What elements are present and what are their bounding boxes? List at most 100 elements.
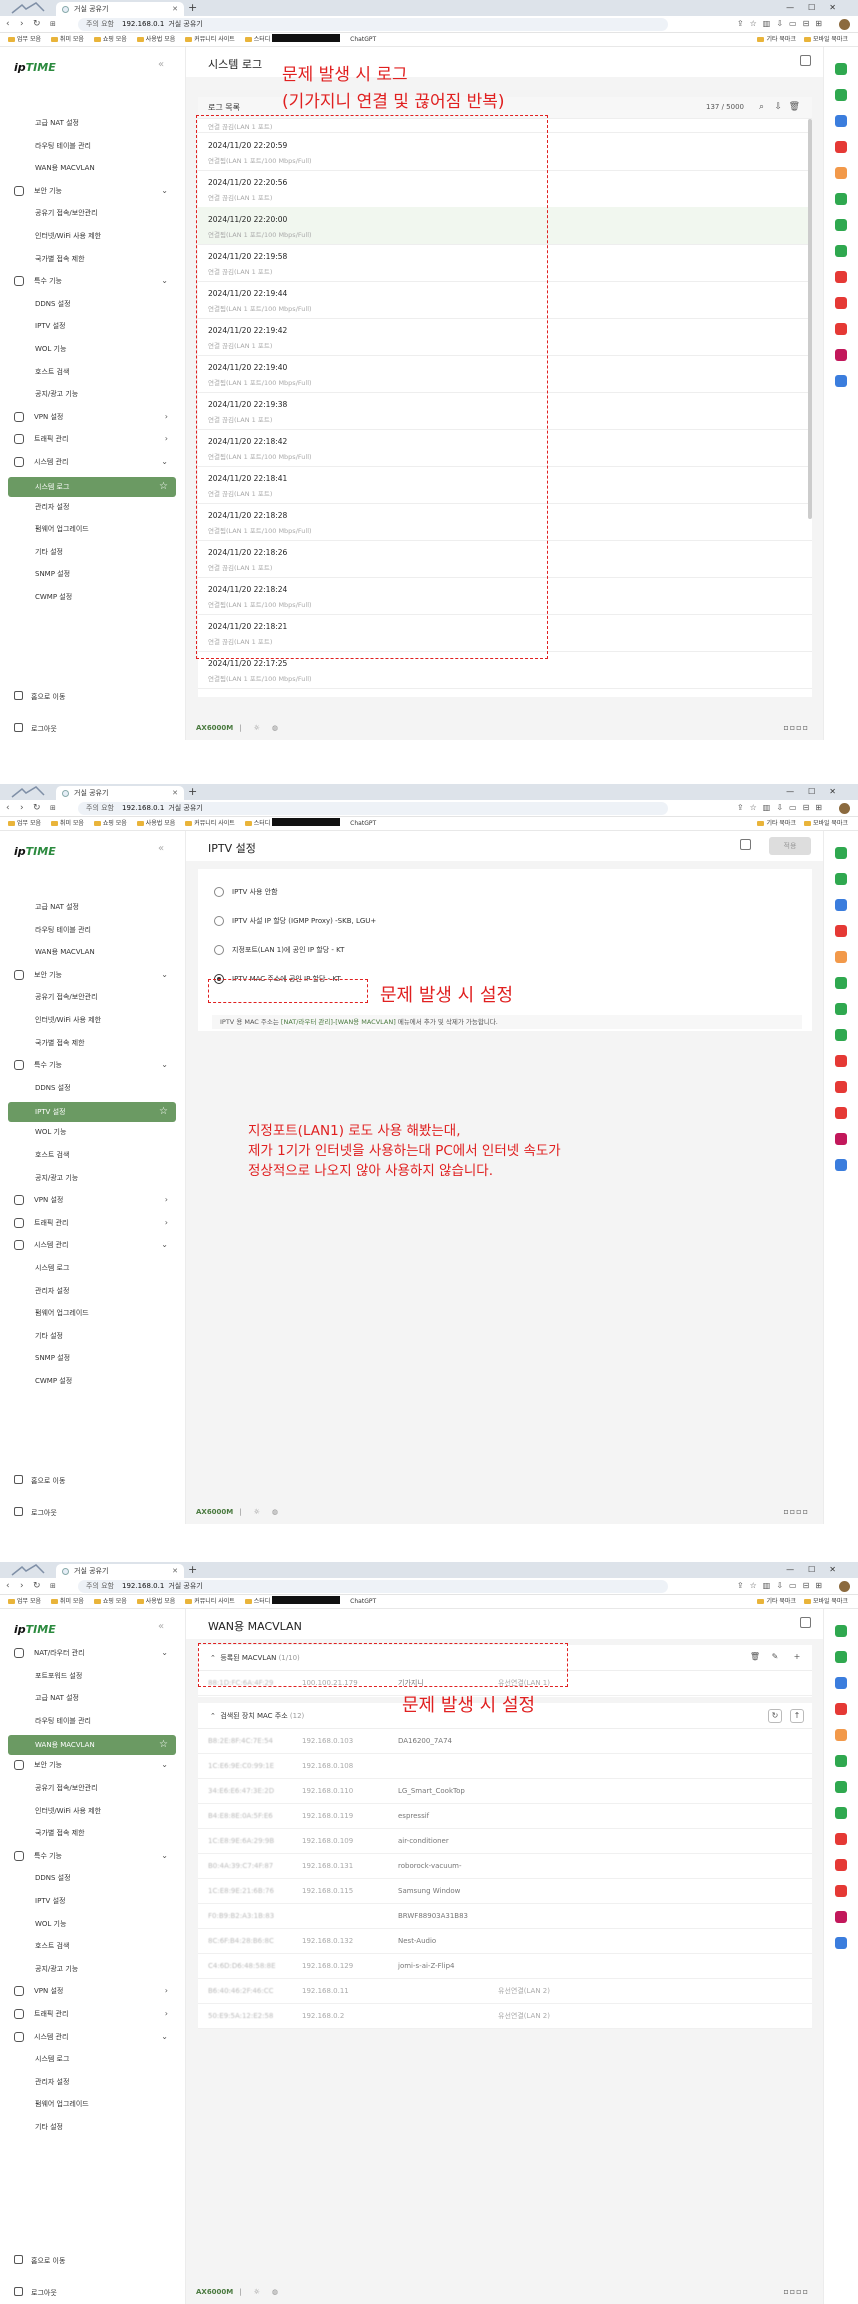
- side-panel-app-icon[interactable]: [835, 1885, 847, 1897]
- sidebar-item[interactable]: 펌웨어 업그레이드: [8, 521, 176, 537]
- bookmark-folder[interactable]: 업무 모음: [8, 1595, 41, 1609]
- url-field[interactable]: 주의 요함 192.168.0.1 거실 공유기: [78, 802, 668, 815]
- sidebar-item[interactable]: 펌웨어 업그레이드: [8, 2096, 176, 2112]
- sidebar-item[interactable]: 시스템 로그: [8, 2051, 176, 2067]
- globe-icon[interactable]: ◍: [272, 2288, 278, 2296]
- sidebar-item[interactable]: IPTV 설정: [8, 318, 176, 334]
- reload-icon[interactable]: ↻: [33, 1580, 41, 1593]
- side-panel-app-icon[interactable]: [835, 141, 847, 153]
- grid-view-icon[interactable]: ▫▫▫▫: [783, 1507, 809, 1516]
- logout-link[interactable]: 로그아웃: [14, 1507, 57, 1518]
- sidebar-item[interactable]: 관리자 설정: [8, 2074, 176, 2090]
- sidebar-item[interactable]: WAN용 MACVLAN ☆: [8, 1735, 176, 1756]
- bookmark-folder[interactable]: 쇼핑 모음: [93, 817, 127, 831]
- side-panel-app-icon[interactable]: [835, 245, 847, 257]
- mac-table-row[interactable]: B8:2E:8F:4C:7E:54 192.168.0.103 DA16200_7A…: [198, 1729, 812, 1754]
- bookmark-folder[interactable]: 기타 북마크: [757, 817, 796, 831]
- trash-icon[interactable]: 🗑: [789, 102, 800, 112]
- sidebar-item[interactable]: 고급 NAT 설정: [8, 1690, 176, 1706]
- tab-close-icon[interactable]: ✕: [172, 786, 178, 800]
- side-panel-app-icon[interactable]: [835, 349, 847, 361]
- bookmark-folder[interactable]: 취미 모음: [50, 33, 84, 47]
- side-panel-app-icon[interactable]: [835, 193, 847, 205]
- profile-avatar[interactable]: [839, 1581, 850, 1592]
- sidebar-item[interactable]: 특수 기능 ⌄: [8, 273, 176, 289]
- sidebar-item[interactable]: 시스템 관리 ⌄: [8, 454, 176, 470]
- side-panel-app-icon[interactable]: [835, 925, 847, 937]
- side-panel-app-icon[interactable]: [835, 873, 847, 885]
- sidebar-item[interactable]: 공지/광고 기능: [8, 1961, 176, 1977]
- side-panel-app-icon[interactable]: [835, 1029, 847, 1041]
- side-panel-app-icon[interactable]: [835, 1081, 847, 1093]
- refresh-icon[interactable]: ↻: [768, 1709, 782, 1723]
- side-panel-app-icon[interactable]: [835, 1625, 847, 1637]
- tab-close-icon[interactable]: ✕: [172, 1564, 178, 1578]
- collapse-sidebar-icon[interactable]: «: [158, 843, 164, 854]
- logout-link[interactable]: 로그아웃: [14, 2287, 57, 2298]
- side-panel-app-icon[interactable]: [835, 977, 847, 989]
- bookmark-folder[interactable]: 취미 모음: [50, 817, 84, 831]
- upload-icon[interactable]: ↑: [790, 1709, 804, 1723]
- bookmark-folder[interactable]: 기타 북마크: [757, 33, 796, 47]
- sidebar-item[interactable]: 특수 기능 ⌄: [8, 1848, 176, 1864]
- bookmark-folder[interactable]: 사용법 모음: [136, 817, 175, 831]
- sidebar-item[interactable]: 공지/광고 기능: [8, 1170, 176, 1186]
- favorite-star-icon[interactable]: ☆: [159, 1102, 168, 1122]
- sidebar-item[interactable]: 호스트 검색: [8, 1938, 176, 1954]
- side-panel-app-icon[interactable]: [835, 1055, 847, 1067]
- bookmark-folder[interactable]: 업무 모음: [8, 817, 41, 831]
- reload-icon[interactable]: ↻: [33, 18, 41, 31]
- favorite-star-icon[interactable]: ☆: [159, 477, 168, 497]
- sidebar-item[interactable]: CWMP 설정: [8, 1373, 176, 1389]
- bookmark-folder[interactable]: 스터디: [244, 33, 341, 47]
- side-panel-app-icon[interactable]: [835, 1729, 847, 1741]
- browser-tab[interactable]: 거실 공유기 ✕: [56, 2, 184, 16]
- iptv-option-radio[interactable]: 지정포트(LAN 1)에 공인 IP 할당 - KT: [212, 943, 792, 957]
- bookmark-folder[interactable]: 사용법 모음: [136, 33, 175, 47]
- sidebar-item[interactable]: IPTV 설정 ☆: [8, 1102, 176, 1123]
- side-panel-app-icon[interactable]: [835, 847, 847, 859]
- sidebar-item[interactable]: 라우팅 테이블 관리: [8, 922, 176, 938]
- logout-link[interactable]: 로그아웃: [14, 723, 57, 734]
- sidebar-item[interactable]: WAN용 MACVLAN: [8, 160, 176, 176]
- bookmark-folder[interactable]: 취미 모음: [50, 1595, 84, 1609]
- site-info-icon[interactable]: ⊞: [50, 1580, 56, 1593]
- sidebar-item[interactable]: 공유기 접속/보안관리: [8, 989, 176, 1005]
- side-panel-app-icon[interactable]: [835, 167, 847, 179]
- mac-table-row[interactable]: 50:E9:5A:12:E2:58 192.168.0.2 유선연결(LAN 2): [198, 2004, 812, 2029]
- site-info-icon[interactable]: ⊞: [50, 802, 56, 815]
- sidebar-item[interactable]: 시스템 관리 ⌄: [8, 2029, 176, 2045]
- collapse-sidebar-icon[interactable]: «: [158, 59, 164, 70]
- home-link[interactable]: 홈으로 이동: [14, 691, 65, 702]
- window-controls[interactable]: —☐✕: [786, 2, 850, 14]
- sidebar-item[interactable]: 관리자 설정: [8, 499, 176, 515]
- browser-toolbar-icons[interactable]: ⇪☆▥⇩▭⊟⊞: [737, 1581, 828, 1590]
- side-panel-app-icon[interactable]: [835, 1807, 847, 1819]
- sidebar-item[interactable]: 보안 기능 ⌄: [8, 183, 176, 199]
- globe-icon[interactable]: ◍: [272, 724, 278, 732]
- sun-icon[interactable]: ☼: [254, 2288, 260, 2296]
- side-panel-app-icon[interactable]: [835, 899, 847, 911]
- sidebar-item[interactable]: 인터넷/WiFi 사용 제한: [8, 228, 176, 244]
- side-panel-app-icon[interactable]: [835, 1133, 847, 1145]
- sidebar-item[interactable]: 기타 설정: [8, 1328, 176, 1344]
- sidebar-item[interactable]: 관리자 설정: [8, 1283, 176, 1299]
- new-tab-icon[interactable]: +: [188, 1563, 197, 1577]
- side-panel-app-icon[interactable]: [835, 1859, 847, 1871]
- browser-tab[interactable]: 거실 공유기 ✕: [56, 1564, 184, 1578]
- grid-view-icon[interactable]: ▫▫▫▫: [783, 723, 809, 732]
- mac-table-row[interactable]: F0:B9:B2:A3:1B:83 BRWF88903A31B83: [198, 1904, 812, 1929]
- new-tab-icon[interactable]: +: [188, 785, 197, 799]
- favorite-star-icon[interactable]: ☆: [159, 1735, 168, 1755]
- mac-table-row[interactable]: B4:E8:8E:0A:5F:E6 192.168.0.119 espressif: [198, 1804, 812, 1829]
- plus-icon[interactable]: +: [790, 1651, 804, 1665]
- mac-table-row[interactable]: 34:E6:E6:47:3E:2D 192.168.0.110 LG_Smart_C…: [198, 1779, 812, 1804]
- sidebar-item[interactable]: WAN용 MACVLAN: [8, 944, 176, 960]
- sidebar-item[interactable]: DDNS 설정: [8, 296, 176, 312]
- bookmark-folder[interactable]: 기타 북마크: [757, 1595, 796, 1609]
- sidebar-item[interactable]: VPN 설정 ›: [8, 1983, 176, 1999]
- back-icon[interactable]: ‹: [6, 18, 10, 31]
- bookmark-folder[interactable]: 스터디: [244, 1595, 341, 1609]
- reload-icon[interactable]: ↻: [33, 802, 41, 815]
- sidebar-item[interactable]: 라우팅 테이블 관리: [8, 1713, 176, 1729]
